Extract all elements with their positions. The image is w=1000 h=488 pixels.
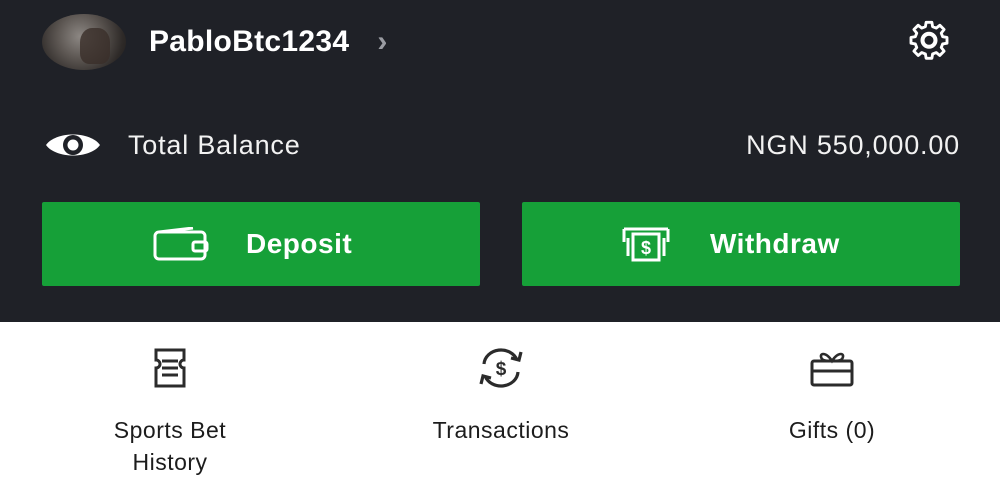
gifts-shortcut[interactable]: Gifts (0) xyxy=(757,344,907,446)
sports-bet-history-label: Sports Bet History xyxy=(113,417,227,475)
withdraw-button[interactable]: $ Withdraw xyxy=(522,202,960,286)
total-balance-value: NGN 550,000.00 xyxy=(746,129,960,160)
chevron-right-icon: › xyxy=(377,25,388,58)
username: PabloBtc1234 xyxy=(149,25,350,58)
transactions-shortcut[interactable]: $ Transactions xyxy=(400,344,602,446)
withdraw-label: Withdraw xyxy=(710,228,840,259)
settings-button[interactable] xyxy=(898,18,960,66)
account-screen: PabloBtc1234 › Total Balance NGN 550,000… xyxy=(0,0,1000,488)
sports-bet-history-shortcut[interactable]: Sports Bet History xyxy=(70,344,270,478)
dollar-exchange-icon: $ xyxy=(475,344,527,392)
total-balance-label: Total Balance xyxy=(128,129,301,160)
svg-text:$: $ xyxy=(496,359,507,380)
account-header: PabloBtc1234 › Total Balance NGN 550,000… xyxy=(0,0,1000,322)
deposit-label: Deposit xyxy=(246,228,353,259)
toggle-balance-visibility[interactable] xyxy=(44,122,102,168)
transactions-label: Transactions xyxy=(432,417,570,443)
profile-link[interactable]: PabloBtc1234 › xyxy=(42,14,387,70)
shortcut-panel: Sports Bet History $ Transactions Gifts … xyxy=(0,322,1000,488)
gifts-label: Gifts (0) xyxy=(788,417,876,443)
avatar xyxy=(42,14,126,70)
wallet-icon xyxy=(153,226,209,262)
deposit-button[interactable]: Deposit xyxy=(42,202,480,286)
balance-row: Total Balance NGN 550,000.00 xyxy=(44,122,960,168)
svg-text:$: $ xyxy=(641,238,651,258)
gear-icon xyxy=(909,20,949,60)
gift-icon xyxy=(808,344,856,392)
receipt-icon xyxy=(151,344,189,392)
cash-icon: $ xyxy=(620,226,672,262)
eye-icon xyxy=(46,134,100,156)
